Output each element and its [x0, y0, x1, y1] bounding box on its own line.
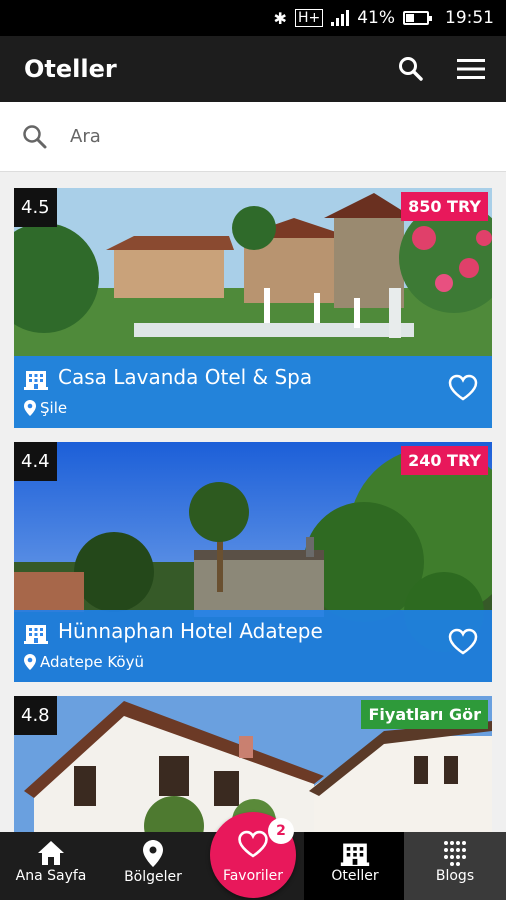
hotel-info-bar[interactable]: Casa Lavanda Otel & Spa Şile — [14, 356, 492, 428]
nav-home[interactable]: Ana Sayfa — [0, 832, 102, 900]
nav-blogs[interactable]: Blogs — [404, 832, 506, 900]
status-bar: ✱ H+ 41% 19:51 — [0, 0, 506, 36]
menu-icon — [457, 59, 485, 79]
location-pin-icon — [143, 840, 163, 867]
price-badge: 850 TRY — [401, 192, 488, 221]
hotel-card[interactable]: 4.5 850 TRY Casa Lavanda Otel & Spa Şile — [14, 188, 492, 428]
location-pin-icon — [24, 400, 36, 416]
signal-icon — [331, 10, 350, 26]
rating-badge: 4.8 — [14, 696, 57, 735]
rating-badge: 4.4 — [14, 442, 57, 481]
hotel-icon — [24, 625, 48, 644]
home-icon — [38, 841, 64, 865]
hotel-icon — [340, 843, 370, 866]
favorites-button[interactable]: 2 Favoriler — [210, 812, 296, 898]
favorites-count-badge: 2 — [268, 818, 294, 844]
page-title: Oteller — [24, 55, 117, 83]
search-input[interactable] — [70, 126, 450, 147]
favorite-button[interactable] — [448, 374, 478, 405]
hotel-location: Adatepe Köyü — [40, 653, 144, 671]
heart-outline-icon — [448, 374, 478, 401]
nav-hotels-label: Oteller — [331, 868, 379, 884]
hotel-location: Şile — [40, 399, 68, 417]
bluetooth-icon: ✱ — [273, 8, 287, 28]
hotel-card[interactable]: 4.4 240 TRY Hünnaphan Hotel Adatepe Adat… — [14, 442, 492, 682]
nav-regions[interactable]: Bölgeler — [102, 832, 204, 900]
nav-regions-label: Bölgeler — [124, 869, 182, 885]
nav-home-label: Ana Sayfa — [15, 868, 87, 884]
hotel-list[interactable]: 4.5 850 TRY Casa Lavanda Otel & Spa Şile — [0, 172, 506, 832]
blog-grid-icon — [444, 841, 466, 866]
location-pin-icon — [24, 654, 36, 670]
hotel-name: Hünnaphan Hotel Adatepe — [58, 619, 323, 643]
heart-outline-icon — [448, 628, 478, 655]
hotel-name: Casa Lavanda Otel & Spa — [58, 365, 313, 389]
hotel-info-bar[interactable]: Hünnaphan Hotel Adatepe Adatepe Köyü — [14, 610, 492, 682]
app-bar: Oteller — [0, 36, 506, 102]
rating-badge: 4.5 — [14, 188, 57, 227]
hotel-icon — [24, 371, 48, 390]
price-badge[interactable]: Fiyatları Gör — [361, 700, 488, 729]
network-type: H+ — [294, 9, 324, 27]
favorite-button[interactable] — [448, 628, 478, 659]
search-bar — [0, 102, 506, 172]
battery-percent: 41% — [357, 8, 395, 28]
battery-icon — [403, 11, 432, 25]
clock: 19:51 — [445, 8, 494, 28]
heart-outline-icon — [238, 830, 268, 858]
nav-favorites-label: Favoriler — [222, 868, 284, 884]
search-icon — [23, 124, 47, 148]
nav-hotels[interactable]: Oteller — [304, 832, 406, 900]
price-badge: 240 TRY — [401, 446, 488, 475]
search-icon — [399, 57, 423, 81]
search-button[interactable] — [386, 44, 436, 94]
nav-blogs-label: Blogs — [435, 868, 475, 884]
menu-button[interactable] — [446, 44, 496, 94]
